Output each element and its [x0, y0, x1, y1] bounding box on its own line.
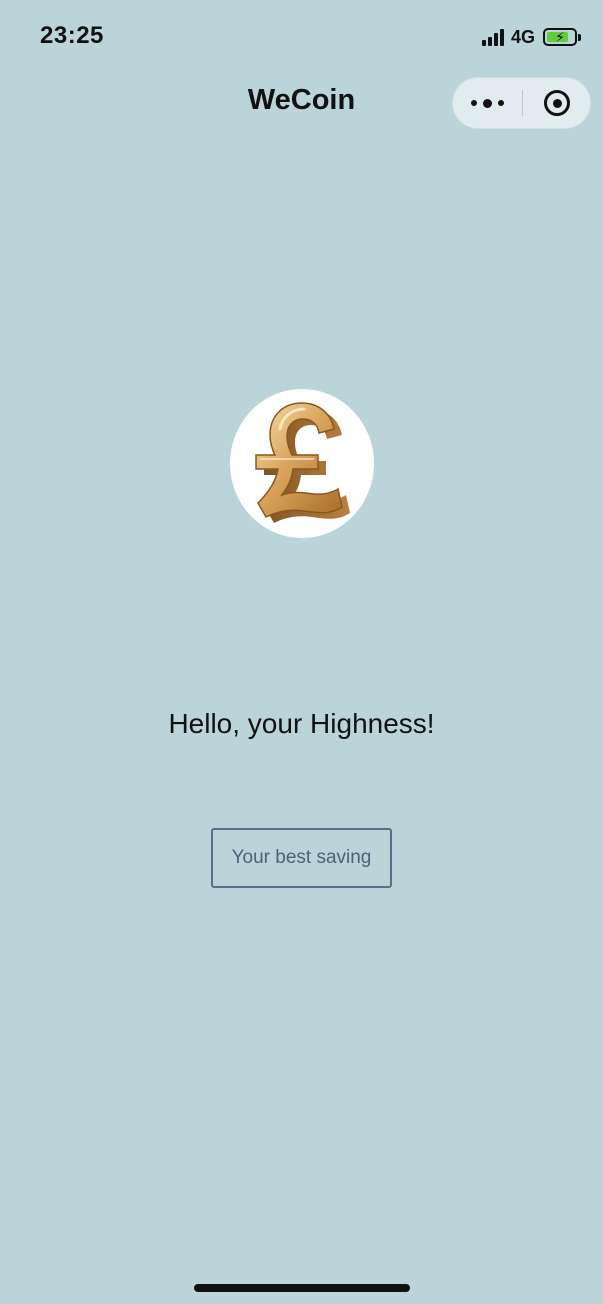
greeting-text: Hello, your Highness! — [168, 708, 435, 739]
network-type: 4G — [510, 26, 535, 47]
mini-program-capsule — [452, 77, 591, 129]
target-close-icon[interactable] — [523, 78, 591, 128]
home-indicator[interactable] — [194, 1284, 410, 1292]
pound-sign-icon — [255, 402, 350, 523]
charging-bolt-icon: ⚡ — [555, 29, 565, 45]
battery-icon: ⚡ — [543, 28, 577, 46]
battery-tip — [578, 33, 581, 41]
status-bar: 23:25 4G ⚡ — [0, 0, 603, 74]
gold-pound-logo — [230, 389, 374, 538]
status-time: 23:25 — [40, 22, 104, 49]
best-saving-button[interactable]: Your best saving — [211, 828, 392, 888]
status-indicators: 4G ⚡ — [481, 26, 581, 48]
more-dots-icon[interactable] — [453, 78, 522, 128]
signal-icon — [481, 28, 504, 46]
